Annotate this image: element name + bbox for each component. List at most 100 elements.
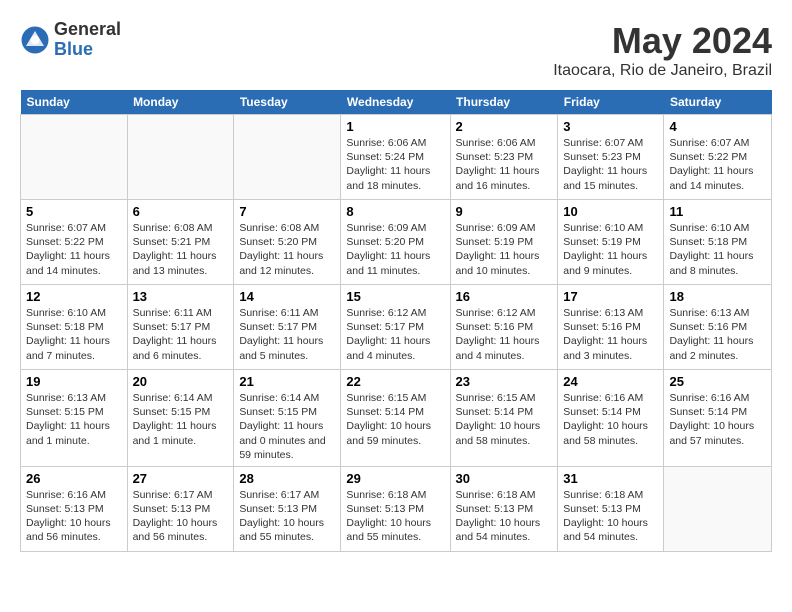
logo-general-text: General	[54, 20, 121, 40]
day-number: 12	[26, 289, 122, 304]
day-info: Sunrise: 6:18 AMSunset: 5:13 PMDaylight:…	[346, 488, 444, 545]
title-block: May 2024 Itaocara, Rio de Janeiro, Brazi…	[553, 20, 772, 80]
weekday-header-tuesday: Tuesday	[234, 90, 341, 115]
calendar-cell: 5Sunrise: 6:07 AMSunset: 5:22 PMDaylight…	[21, 200, 128, 285]
calendar-cell	[664, 466, 772, 551]
weekday-header-wednesday: Wednesday	[341, 90, 450, 115]
day-info: Sunrise: 6:14 AMSunset: 5:15 PMDaylight:…	[239, 391, 335, 462]
calendar-cell: 23 Sunrise: 6:15 AMSunset: 5:14 PMDayligh…	[450, 370, 558, 467]
weekday-header-sunday: Sunday	[21, 90, 128, 115]
calendar-table: SundayMondayTuesdayWednesdayThursdayFrid…	[20, 90, 772, 552]
calendar-cell: 22Sunrise: 6:15 AMSunset: 5:14 PMDayligh…	[341, 370, 450, 467]
day-info: Sunrise: 6:07 AMSunset: 5:23 PMDaylight:…	[563, 136, 658, 193]
calendar-cell: 31 Sunrise: 6:18 AMSunset: 5:13 PMDayligh…	[558, 466, 664, 551]
calendar-cell: 24 Sunrise: 6:16 AMSunset: 5:14 PMDayligh…	[558, 370, 664, 467]
day-info: Sunrise: 6:14 AMSunset: 5:15 PMDaylight:…	[133, 391, 229, 448]
page-header: General Blue May 2024 Itaocara, Rio de J…	[20, 20, 772, 80]
calendar-cell: 29 Sunrise: 6:18 AMSunset: 5:13 PMDayligh…	[341, 466, 450, 551]
calendar-cell: 4 Sunrise: 6:07 AMSunset: 5:22 PMDaylight…	[664, 115, 772, 200]
day-info: Sunrise: 6:17 AMSunset: 5:13 PMDaylight:…	[239, 488, 335, 545]
calendar-cell: 7 Sunrise: 6:08 AMSunset: 5:20 PMDaylight…	[234, 200, 341, 285]
day-number: 6	[133, 204, 229, 219]
calendar-cell: 8 Sunrise: 6:09 AMSunset: 5:20 PMDaylight…	[341, 200, 450, 285]
day-number: 29	[346, 471, 444, 486]
day-info: Sunrise: 6:16 AMSunset: 5:13 PMDaylight:…	[26, 488, 122, 545]
logo: General Blue	[20, 20, 121, 60]
day-info: Sunrise: 6:13 AMSunset: 5:16 PMDaylight:…	[563, 306, 658, 363]
calendar-cell: 1Sunrise: 6:06 AMSunset: 5:24 PMDaylight…	[341, 115, 450, 200]
day-number: 26	[26, 471, 122, 486]
day-number: 13	[133, 289, 229, 304]
logo-icon	[20, 25, 50, 55]
day-info: Sunrise: 6:08 AMSunset: 5:21 PMDaylight:…	[133, 221, 229, 278]
day-number: 28	[239, 471, 335, 486]
calendar-cell: 9 Sunrise: 6:09 AMSunset: 5:19 PMDaylight…	[450, 200, 558, 285]
calendar-cell: 30Sunrise: 6:18 AMSunset: 5:13 PMDayligh…	[450, 466, 558, 551]
day-number: 4	[669, 119, 766, 134]
day-info: Sunrise: 6:10 AMSunset: 5:18 PMDaylight:…	[26, 306, 122, 363]
day-number: 19	[26, 374, 122, 389]
day-number: 10	[563, 204, 658, 219]
calendar-cell: 11 Sunrise: 6:10 AMSunset: 5:18 PMDayligh…	[664, 200, 772, 285]
day-number: 15	[346, 289, 444, 304]
day-number: 7	[239, 204, 335, 219]
weekday-header-monday: Monday	[127, 90, 234, 115]
day-info: Sunrise: 6:16 AMSunset: 5:14 PMDaylight:…	[669, 391, 766, 448]
day-number: 2	[456, 119, 553, 134]
day-info: Sunrise: 6:11 AMSunset: 5:17 PMDaylight:…	[239, 306, 335, 363]
day-number: 9	[456, 204, 553, 219]
day-info: Sunrise: 6:06 AMSunset: 5:23 PMDaylight:…	[456, 136, 553, 193]
day-number: 16	[456, 289, 553, 304]
calendar-cell: 17 Sunrise: 6:13 AMSunset: 5:16 PMDayligh…	[558, 285, 664, 370]
calendar-cell: 13Sunrise: 6:11 AMSunset: 5:17 PMDayligh…	[127, 285, 234, 370]
calendar-cell	[234, 115, 341, 200]
day-info: Sunrise: 6:09 AMSunset: 5:20 PMDaylight:…	[346, 221, 444, 278]
calendar-cell: 27 Sunrise: 6:17 AMSunset: 5:13 PMDayligh…	[127, 466, 234, 551]
day-info: Sunrise: 6:08 AMSunset: 5:20 PMDaylight:…	[239, 221, 335, 278]
calendar-cell: 14 Sunrise: 6:11 AMSunset: 5:17 PMDayligh…	[234, 285, 341, 370]
day-info: Sunrise: 6:09 AMSunset: 5:19 PMDaylight:…	[456, 221, 553, 278]
calendar-cell: 2 Sunrise: 6:06 AMSunset: 5:23 PMDaylight…	[450, 115, 558, 200]
calendar-cell	[127, 115, 234, 200]
week-row-3: 12 Sunrise: 6:10 AMSunset: 5:18 PMDayligh…	[21, 285, 772, 370]
calendar-cell: 6 Sunrise: 6:08 AMSunset: 5:21 PMDaylight…	[127, 200, 234, 285]
day-number: 25	[669, 374, 766, 389]
day-info: Sunrise: 6:06 AMSunset: 5:24 PMDaylight:…	[346, 136, 444, 193]
calendar-cell: 20 Sunrise: 6:14 AMSunset: 5:15 PMDayligh…	[127, 370, 234, 467]
day-number: 23	[456, 374, 553, 389]
day-number: 31	[563, 471, 658, 486]
day-info: Sunrise: 6:15 AMSunset: 5:14 PMDaylight:…	[456, 391, 553, 448]
day-number: 18	[669, 289, 766, 304]
weekday-header-friday: Friday	[558, 90, 664, 115]
day-info: Sunrise: 6:10 AMSunset: 5:19 PMDaylight:…	[563, 221, 658, 278]
calendar-cell: 16 Sunrise: 6:12 AMSunset: 5:16 PMDayligh…	[450, 285, 558, 370]
weekday-header-saturday: Saturday	[664, 90, 772, 115]
calendar-cell: 15 Sunrise: 6:12 AMSunset: 5:17 PMDayligh…	[341, 285, 450, 370]
day-info: Sunrise: 6:13 AMSunset: 5:15 PMDaylight:…	[26, 391, 122, 448]
day-info: Sunrise: 6:18 AMSunset: 5:13 PMDaylight:…	[563, 488, 658, 545]
day-info: Sunrise: 6:12 AMSunset: 5:16 PMDaylight:…	[456, 306, 553, 363]
day-info: Sunrise: 6:18 AMSunset: 5:13 PMDaylight:…	[456, 488, 553, 545]
day-info: Sunrise: 6:17 AMSunset: 5:13 PMDaylight:…	[133, 488, 229, 545]
day-info: Sunrise: 6:07 AMSunset: 5:22 PMDaylight:…	[669, 136, 766, 193]
day-info: Sunrise: 6:07 AMSunset: 5:22 PMDaylight:…	[26, 221, 122, 278]
calendar-cell: 3Sunrise: 6:07 AMSunset: 5:23 PMDaylight…	[558, 115, 664, 200]
week-row-1: 1Sunrise: 6:06 AMSunset: 5:24 PMDaylight…	[21, 115, 772, 200]
day-number: 22	[346, 374, 444, 389]
calendar-cell: 12 Sunrise: 6:10 AMSunset: 5:18 PMDayligh…	[21, 285, 128, 370]
week-row-2: 5Sunrise: 6:07 AMSunset: 5:22 PMDaylight…	[21, 200, 772, 285]
day-info: Sunrise: 6:10 AMSunset: 5:18 PMDaylight:…	[669, 221, 766, 278]
day-number: 17	[563, 289, 658, 304]
day-number: 20	[133, 374, 229, 389]
day-number: 21	[239, 374, 335, 389]
day-number: 8	[346, 204, 444, 219]
day-number: 27	[133, 471, 229, 486]
calendar-cell: 21 Sunrise: 6:14 AMSunset: 5:15 PMDayligh…	[234, 370, 341, 467]
calendar-cell: 19 Sunrise: 6:13 AMSunset: 5:15 PMDayligh…	[21, 370, 128, 467]
day-info: Sunrise: 6:16 AMSunset: 5:14 PMDaylight:…	[563, 391, 658, 448]
calendar-cell: 28 Sunrise: 6:17 AMSunset: 5:13 PMDayligh…	[234, 466, 341, 551]
day-number: 14	[239, 289, 335, 304]
day-number: 24	[563, 374, 658, 389]
day-number: 11	[669, 204, 766, 219]
day-info: Sunrise: 6:12 AMSunset: 5:17 PMDaylight:…	[346, 306, 444, 363]
